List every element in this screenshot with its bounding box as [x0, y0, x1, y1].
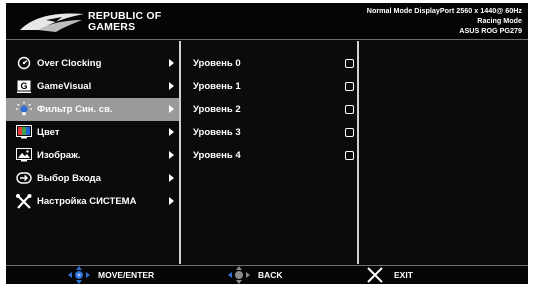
chevron-right-icon	[169, 105, 174, 113]
exit-label: EXIT	[394, 270, 413, 280]
submenu: Уровень 0 Уровень 1 Уровень 2 Уровень 3 …	[181, 41, 357, 264]
move-enter-label: MOVE/ENTER	[98, 270, 155, 280]
option-checkbox[interactable]	[345, 82, 354, 91]
submenu-item-level-2[interactable]: Уровень 2	[181, 98, 357, 121]
gamevisual-g-icon: G	[15, 78, 33, 94]
submenu-item-level-1[interactable]: Уровень 1	[181, 75, 357, 98]
menu-item-label: Цвет	[37, 127, 60, 138]
brand-name: REPUBLIC OF GAMERS	[88, 11, 161, 33]
menu-item-image[interactable]: Изображ.	[6, 144, 179, 167]
image-icon	[15, 147, 33, 163]
submenu-item-label: Уровень 1	[193, 81, 241, 92]
menu-item-label: GameVisual	[37, 81, 92, 92]
menu-item-label: Изображ.	[37, 150, 81, 161]
input-select-icon	[15, 170, 33, 186]
osd-menu: REPUBLIC OF GAMERS Normal Mode DisplayPo…	[6, 3, 528, 284]
submenu-item-label: Уровень 0	[193, 58, 241, 69]
submenu-item-level-4[interactable]: Уровень 4	[181, 144, 357, 167]
menu-item-system-setup[interactable]: Настройка СИСТЕМА	[6, 190, 179, 213]
option-checkbox[interactable]	[345, 128, 354, 137]
status-gamevisual-mode: Racing Mode	[477, 16, 522, 25]
submenu-item-level-0[interactable]: Уровень 0	[181, 52, 357, 75]
menu-item-label: Фильтр Син. св.	[37, 104, 113, 115]
submenu-item-level-3[interactable]: Уровень 3	[181, 121, 357, 144]
menu-item-label: Выбор Входа	[37, 173, 101, 184]
overclock-gauge-icon	[15, 55, 33, 71]
close-x-icon	[367, 267, 383, 283]
navigator-all-directions-icon	[68, 266, 90, 284]
submenu-item-label: Уровень 4	[193, 150, 241, 161]
exit-hint: EXIT	[364, 266, 413, 284]
detail-panel	[359, 41, 528, 264]
menu-item-input-select[interactable]: Выбор Входа	[6, 167, 179, 190]
display-status: Normal Mode DisplayPort 2560 x 1440@ 60H…	[367, 6, 522, 36]
menu-item-color[interactable]: Цвет	[6, 121, 179, 144]
osd-header: REPUBLIC OF GAMERS Normal Mode DisplayPo…	[6, 3, 528, 40]
menu-item-label: Over Clocking	[37, 58, 102, 69]
move-enter-hint: MOVE/ENTER	[68, 266, 154, 284]
blue-light-bulb-icon	[15, 101, 33, 117]
option-checkbox[interactable]	[345, 105, 354, 114]
menu-item-label: Настройка СИСТЕМА	[37, 196, 137, 207]
main-menu: Over Clocking G GameVisual Фильтр Син. с…	[6, 41, 179, 264]
navigator-left-icon	[228, 266, 250, 284]
osd-footer: MOVE/ENTER BACK EXIT	[6, 265, 528, 284]
back-hint: BACK	[228, 266, 283, 284]
chevron-right-icon	[169, 59, 174, 67]
option-checkbox[interactable]	[345, 151, 354, 160]
chevron-right-icon	[169, 197, 174, 205]
status-model-name: ASUS ROG PG279	[459, 26, 522, 35]
status-input-resolution: Normal Mode DisplayPort 2560 x 1440@ 60H…	[366, 6, 522, 15]
back-label: BACK	[258, 270, 283, 280]
color-icon	[15, 124, 33, 140]
menu-item-gamevisual[interactable]: G GameVisual	[6, 75, 179, 98]
submenu-item-label: Уровень 2	[193, 104, 241, 115]
menu-item-over-clocking[interactable]: Over Clocking	[6, 52, 179, 75]
chevron-right-icon	[169, 151, 174, 159]
menu-item-blue-light-filter[interactable]: Фильтр Син. св.	[6, 98, 179, 121]
brand-line-2: GAMERS	[88, 21, 136, 33]
submenu-item-label: Уровень 3	[193, 127, 241, 138]
chevron-right-icon	[169, 128, 174, 136]
chevron-right-icon	[169, 82, 174, 90]
chevron-right-icon	[169, 174, 174, 182]
option-checkbox[interactable]	[345, 59, 354, 68]
svg-text:G: G	[20, 81, 27, 91]
system-tools-icon	[15, 193, 33, 209]
